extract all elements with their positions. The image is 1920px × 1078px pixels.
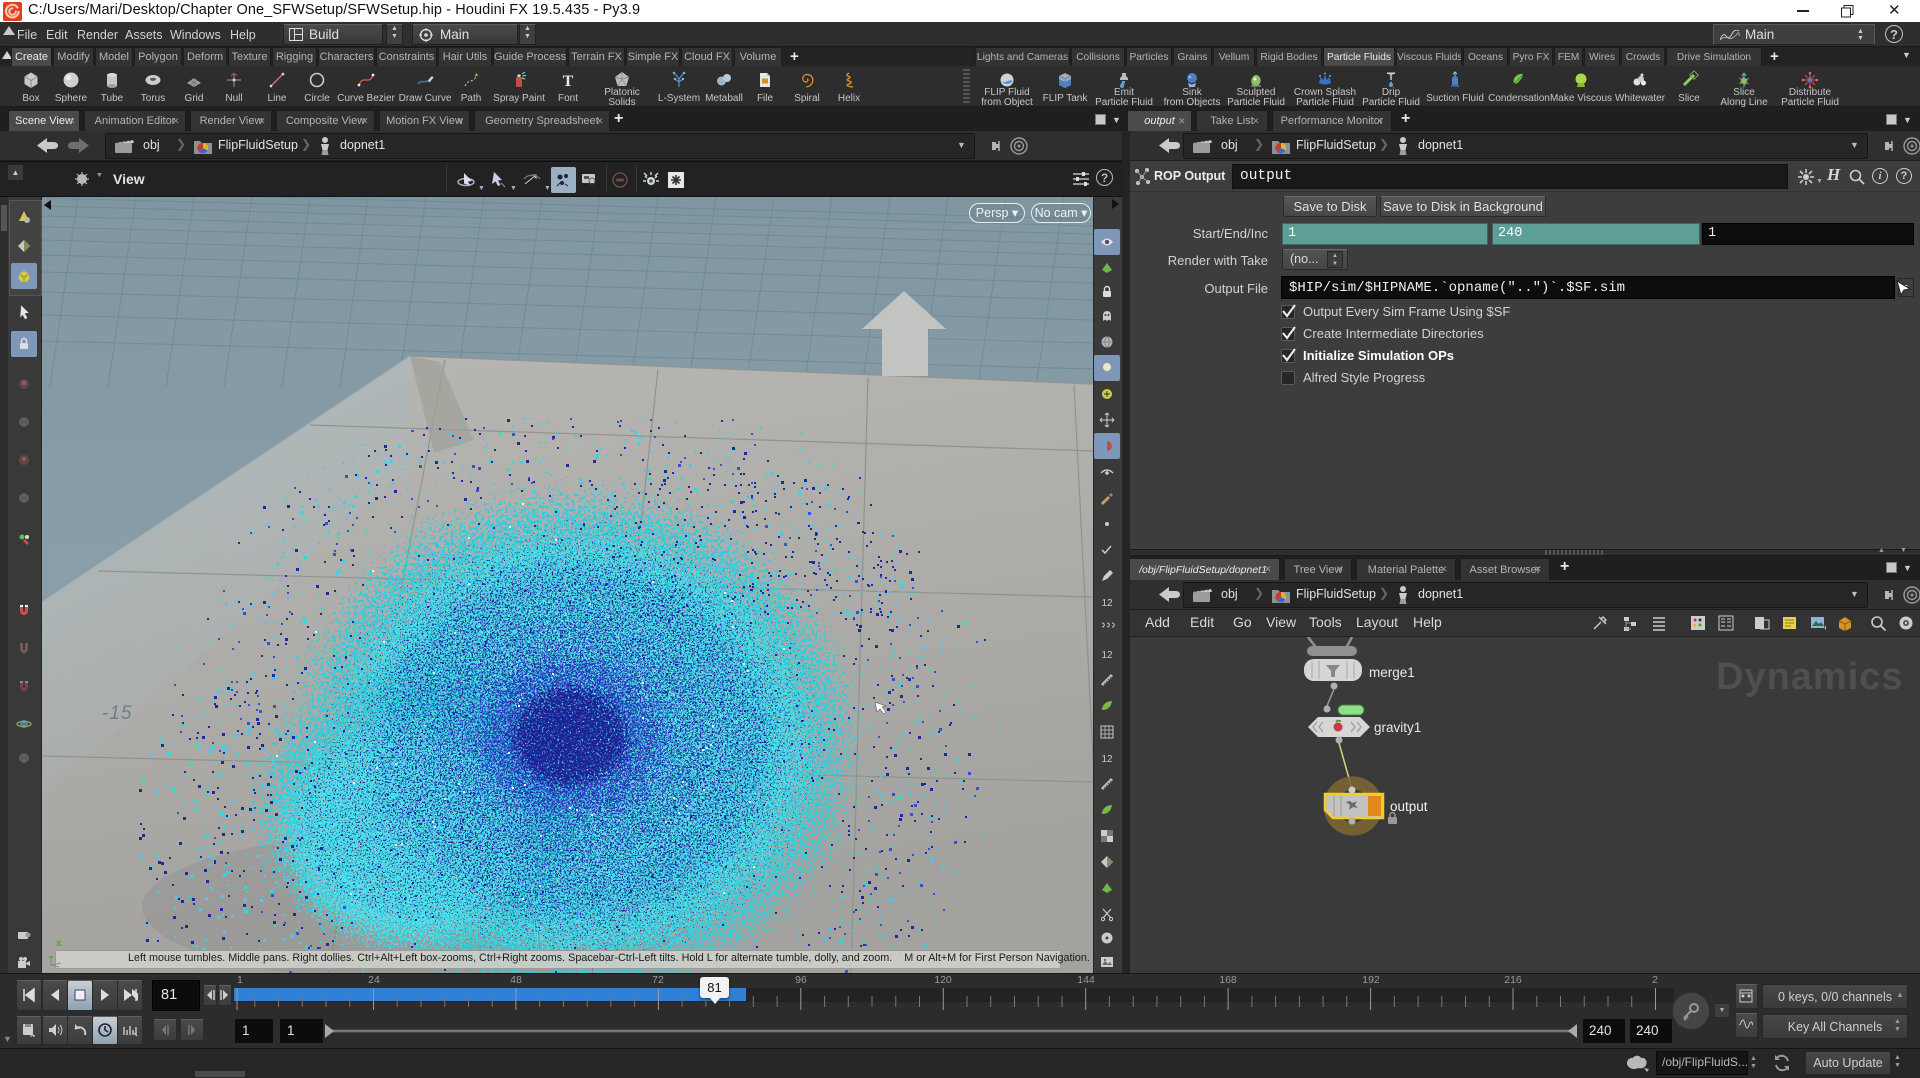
svg-text:12: 12: [1101, 754, 1113, 765]
svg-text:T: T: [563, 73, 574, 90]
svg-text:12: 12: [1101, 598, 1113, 609]
svg-text:-15: -15: [102, 703, 132, 724]
svg-text:+: +: [1823, 623, 1826, 632]
svg-text:gravity1: gravity1: [1374, 720, 1421, 735]
svg-text:merge1: merge1: [1369, 665, 1415, 680]
svg-text:output: output: [1390, 799, 1428, 814]
svg-text:Dynamics: Dynamics: [1716, 656, 1904, 698]
svg-text:12: 12: [1101, 650, 1113, 661]
